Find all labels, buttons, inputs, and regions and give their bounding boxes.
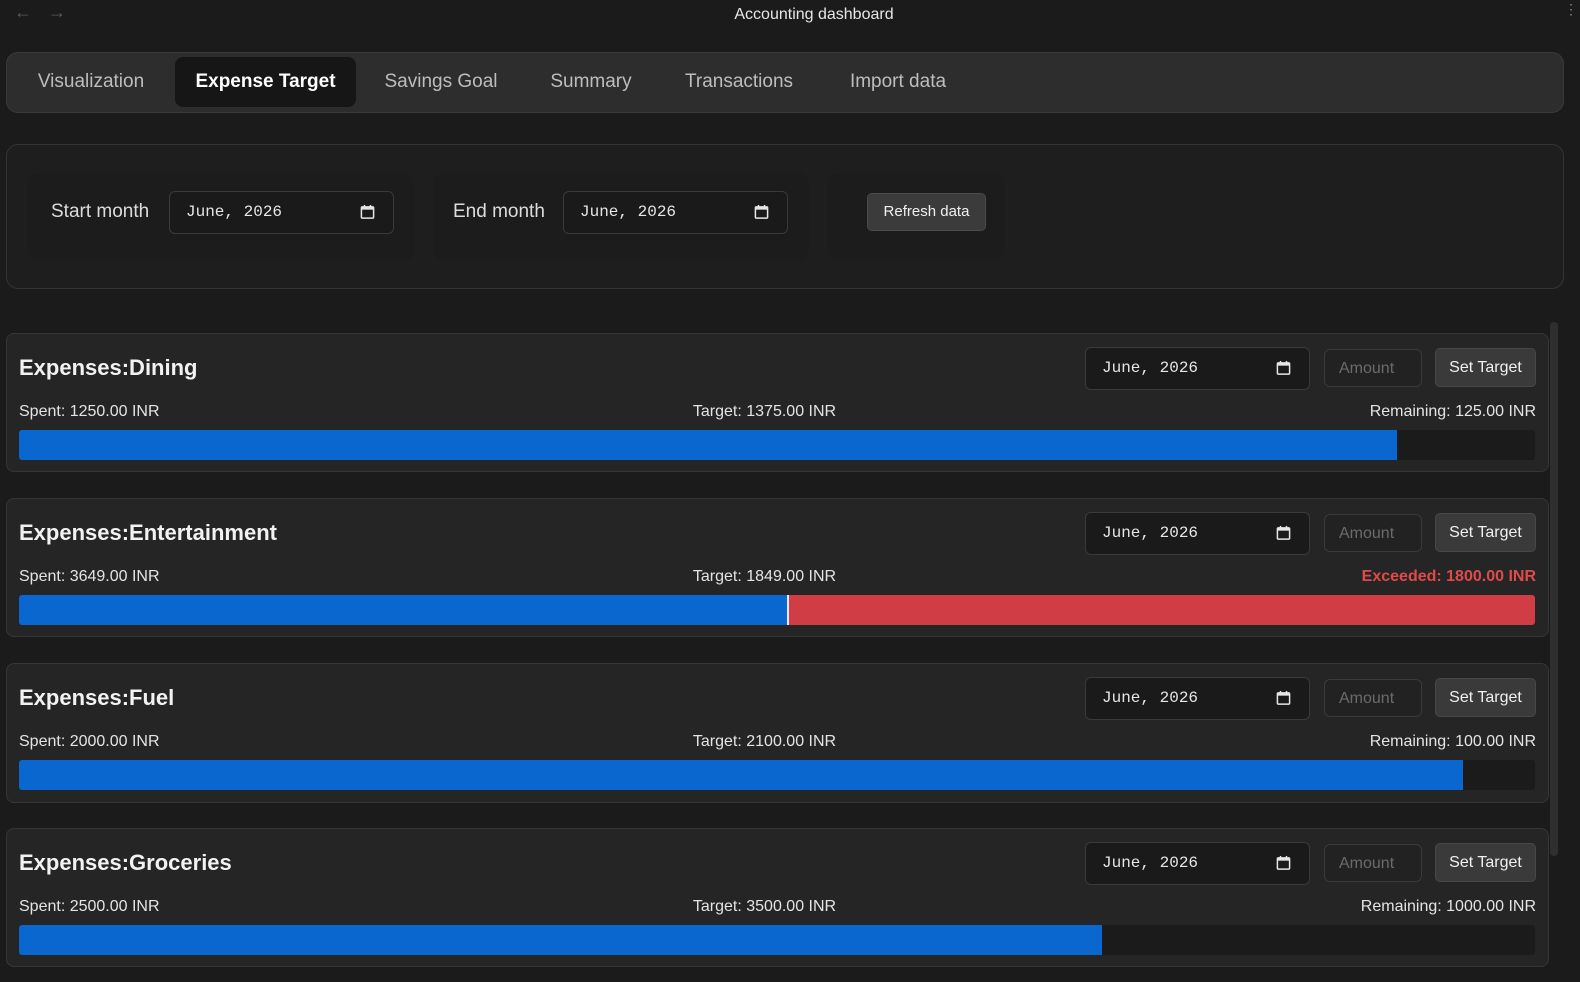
expense-category-title: Expenses:Fuel xyxy=(19,685,175,710)
target-month-value: June, 2026 xyxy=(1102,689,1199,707)
calendar-icon[interactable] xyxy=(1276,855,1291,871)
progress-bar xyxy=(19,760,1535,790)
tab-import-data[interactable]: Import data xyxy=(825,57,971,107)
target-month-input[interactable]: June, 2026 xyxy=(1085,677,1310,720)
tab-expense-target[interactable]: Expense Target xyxy=(175,57,356,107)
target-month-input[interactable]: June, 2026 xyxy=(1085,347,1310,390)
scrollbar[interactable] xyxy=(1550,322,1558,856)
amount-input[interactable]: Amount xyxy=(1324,679,1422,717)
target-month-value: June, 2026 xyxy=(1102,359,1199,377)
progress-fill xyxy=(19,430,1397,460)
progress-fill xyxy=(19,925,1102,955)
calendar-icon[interactable] xyxy=(1276,525,1291,541)
expense-card: Expenses:Fuel June, 2026 Amount Set Target S… xyxy=(6,663,1549,803)
set-target-button[interactable]: Set Target xyxy=(1435,513,1536,552)
tab-bar: Visualization Expense Target Savings Goa… xyxy=(6,52,1564,113)
target-month-input[interactable]: June, 2026 xyxy=(1085,512,1310,555)
progress-bar xyxy=(19,595,1535,625)
tab-savings-goal[interactable]: Savings Goal xyxy=(363,57,519,107)
target-month-value: June, 2026 xyxy=(1102,524,1199,542)
start-month-group: Start month June, 2026 xyxy=(27,173,414,261)
target-amount: Target: 3500.00 INR xyxy=(692,898,837,915)
target-month-input[interactable]: June, 2026 xyxy=(1085,842,1310,885)
amount-input[interactable]: Amount xyxy=(1324,514,1422,552)
target-amount: Target: 1849.00 INR xyxy=(692,568,837,585)
set-target-button[interactable]: Set Target xyxy=(1435,678,1536,717)
start-month-label: Start month xyxy=(51,201,150,222)
remaining-amount: Remaining: 125.00 INR xyxy=(1369,403,1536,420)
end-month-value: June, 2026 xyxy=(580,203,677,221)
target-amount: Target: 1375.00 INR xyxy=(692,403,837,420)
calendar-icon[interactable] xyxy=(1276,360,1291,376)
end-month-group: End month June, 2026 xyxy=(433,173,809,261)
amount-input[interactable]: Amount xyxy=(1324,844,1422,882)
refresh-data-button[interactable]: Refresh data xyxy=(867,193,986,231)
target-amount: Target: 2100.00 INR xyxy=(692,733,837,750)
calendar-icon[interactable] xyxy=(754,204,769,220)
set-target-button[interactable]: Set Target xyxy=(1435,843,1536,882)
expense-card: Expenses:Dining June, 2026 Amount Set Targe… xyxy=(6,333,1549,472)
progress-bar xyxy=(19,430,1535,460)
exceeded-amount: Exceeded: 1800.00 INR xyxy=(1361,568,1536,585)
more-options-icon[interactable]: ⋮ xyxy=(1564,2,1578,16)
start-month-value: June, 2026 xyxy=(186,203,283,221)
end-month-input[interactable]: June, 2026 xyxy=(563,191,788,234)
expense-card: Expenses:Groceries June, 2026 Amount Set Ta… xyxy=(6,828,1549,967)
target-month-value: June, 2026 xyxy=(1102,854,1199,872)
tab-summary[interactable]: Summary xyxy=(529,57,653,107)
window-title: Accounting dashboard xyxy=(734,6,894,23)
tab-visualization[interactable]: Visualization xyxy=(11,57,171,107)
expense-category-title: Expenses:Entertainment xyxy=(19,520,277,545)
exceeded-bar xyxy=(787,595,1535,625)
filter-panel: Start month June, 2026 End month June, 2… xyxy=(6,144,1564,289)
progress-fill xyxy=(19,760,1463,790)
set-target-button[interactable]: Set Target xyxy=(1435,348,1536,387)
tab-transactions[interactable]: Transactions xyxy=(663,57,815,107)
end-month-label: End month xyxy=(453,201,545,222)
remaining-amount: Remaining: 100.00 INR xyxy=(1369,733,1536,750)
progress-fill xyxy=(19,595,787,625)
calendar-icon[interactable] xyxy=(360,204,375,220)
expense-category-title: Expenses:Dining xyxy=(19,355,198,380)
remaining-amount: Remaining: 1000.00 INR xyxy=(1360,898,1536,915)
calendar-icon[interactable] xyxy=(1276,690,1291,706)
expense-category-title: Expenses:Groceries xyxy=(19,850,232,875)
expense-card: Expenses:Entertainment June, 2026 Amount Se… xyxy=(6,498,1549,637)
start-month-input[interactable]: June, 2026 xyxy=(169,191,394,234)
amount-input[interactable]: Amount xyxy=(1324,349,1422,387)
progress-bar xyxy=(19,925,1535,955)
title-bar: ← → Accounting dashboard ⋮ xyxy=(0,0,1580,30)
